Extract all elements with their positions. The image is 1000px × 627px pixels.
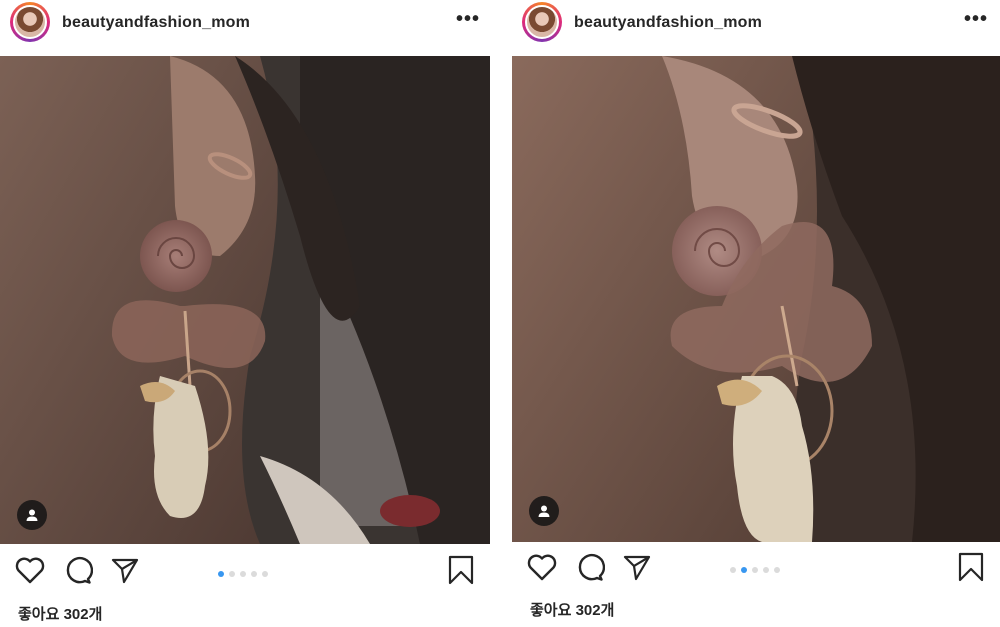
carousel-dot (251, 571, 257, 577)
carousel-dot (774, 567, 780, 573)
carousel-dot (763, 567, 769, 573)
likes-count[interactable]: 좋아요 302개 (18, 603, 102, 624)
avatar[interactable] (522, 2, 562, 42)
post-left: beautyandfashion_mom ••• 좋아요 302개 (0, 0, 490, 627)
comment-icon[interactable] (575, 552, 605, 582)
comment-icon[interactable] (63, 555, 93, 585)
post-header: beautyandfashion_mom ••• (0, 0, 490, 47)
carousel-dot (218, 571, 224, 577)
carousel-dot (752, 567, 758, 573)
post-header: beautyandfashion_mom ••• (512, 0, 1000, 47)
carousel-dot (240, 571, 246, 577)
post-photo[interactable] (512, 56, 1000, 542)
share-icon[interactable] (622, 552, 652, 582)
action-bar (512, 552, 1000, 592)
carousel-dot (262, 571, 268, 577)
carousel-dot (229, 571, 235, 577)
likes-count[interactable]: 좋아요 302개 (530, 599, 614, 620)
avatar[interactable] (10, 2, 50, 42)
post-right: beautyandfashion_mom ••• 좋아요 302개 (512, 0, 1000, 627)
action-bar (0, 555, 490, 595)
user-tag-icon[interactable] (529, 496, 559, 526)
carousel-indicator (218, 571, 268, 577)
heart-icon[interactable] (15, 555, 45, 585)
user-tag-icon[interactable] (17, 500, 47, 530)
username[interactable]: beautyandfashion_mom (62, 14, 250, 32)
bookmark-icon[interactable] (956, 552, 986, 582)
carousel-indicator (730, 567, 780, 573)
heart-icon[interactable] (527, 552, 557, 582)
post-photo[interactable] (0, 56, 490, 544)
bookmark-icon[interactable] (446, 555, 476, 585)
more-icon[interactable]: ••• (964, 8, 988, 31)
carousel-dot (741, 567, 747, 573)
carousel-dot (730, 567, 736, 573)
username[interactable]: beautyandfashion_mom (574, 14, 762, 32)
more-icon[interactable]: ••• (456, 8, 480, 31)
share-icon[interactable] (110, 555, 140, 585)
